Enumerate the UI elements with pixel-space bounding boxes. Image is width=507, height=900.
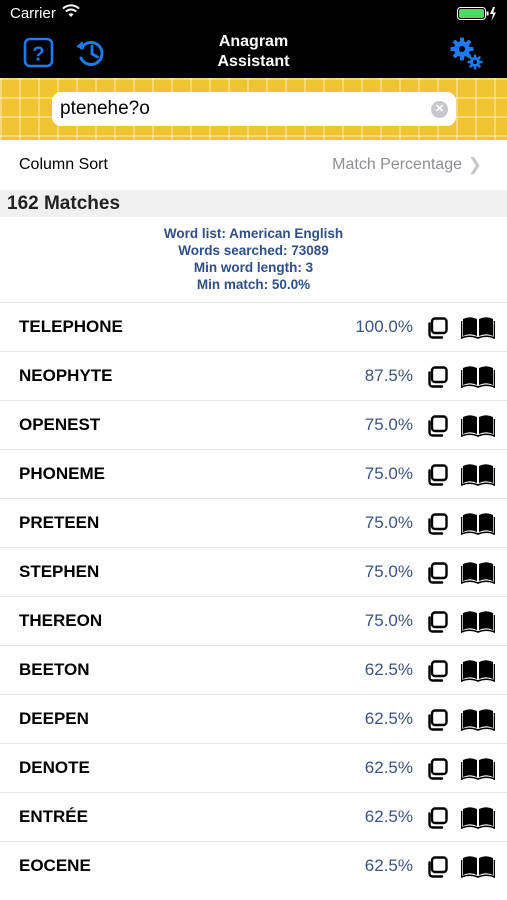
dictionary-icon[interactable]	[461, 315, 495, 339]
result-word: DENOTE	[19, 758, 90, 777]
dictionary-icon[interactable]	[461, 511, 495, 535]
result-row[interactable]: STEPHEN 75.0%	[0, 547, 507, 596]
dictionary-icon[interactable]	[461, 364, 495, 388]
copy-icon[interactable]	[425, 659, 449, 683]
column-sort-label: Column Sort	[19, 156, 108, 173]
result-row[interactable]: DEEPEN 62.5%	[0, 694, 507, 743]
match-percentage: 62.5%	[364, 709, 413, 728]
result-row[interactable]: OPENEST 75.0%	[0, 400, 507, 449]
wifi-icon	[62, 4, 80, 17]
battery-icon	[457, 7, 496, 21]
copy-icon[interactable]	[425, 414, 449, 438]
copy-icon[interactable]	[425, 316, 449, 340]
search-field[interactable]: ✕	[52, 92, 456, 126]
dictionary-icon[interactable]	[461, 560, 495, 584]
result-word: TELEPHONE	[19, 317, 123, 336]
match-percentage: 62.5%	[364, 660, 413, 679]
clear-search-button[interactable]: ✕	[431, 101, 448, 118]
search-input[interactable]	[60, 98, 420, 120]
title-line-2: Assistant	[217, 53, 290, 70]
result-word: THEREON	[19, 611, 103, 630]
chevron-right-icon: ❯	[467, 155, 482, 174]
match-percentage: 62.5%	[364, 758, 413, 777]
column-sort-row[interactable]: Column Sort Match Percentage ❯	[0, 140, 507, 190]
dictionary-icon[interactable]	[461, 707, 495, 731]
match-percentage: 62.5%	[364, 807, 413, 826]
result-word: ENTRÉE	[19, 807, 88, 826]
result-row[interactable]: THEREON 75.0%	[0, 596, 507, 645]
word-list-info: Word list: American English	[163, 226, 344, 241]
match-percentage: 87.5%	[364, 366, 413, 385]
copy-icon[interactable]	[425, 561, 449, 585]
match-percentage: 75.0%	[364, 513, 413, 532]
dictionary-icon[interactable]	[461, 609, 495, 633]
copy-icon[interactable]	[425, 806, 449, 830]
copy-icon[interactable]	[425, 512, 449, 536]
dictionary-icon[interactable]	[461, 658, 495, 682]
copy-icon[interactable]	[425, 365, 449, 389]
carrier-label: Carrier	[10, 5, 56, 22]
matches-count: 162 Matches	[7, 193, 121, 214]
result-row[interactable]: PHONEME 75.0%	[0, 449, 507, 498]
result-word: BEETON	[19, 660, 90, 679]
copy-icon[interactable]	[425, 463, 449, 487]
copy-icon[interactable]	[425, 610, 449, 634]
title-line-1: Anagram	[218, 33, 289, 50]
column-sort-value: Match Percentage	[332, 156, 462, 173]
dictionary-icon[interactable]	[461, 462, 495, 486]
result-row[interactable]: TELEPHONE 100.0%	[0, 302, 507, 351]
min-length-info: Min word length: 3	[193, 260, 314, 275]
result-row[interactable]: PRETEEN 75.0%	[0, 498, 507, 547]
result-word: STEPHEN	[19, 562, 100, 581]
result-word: PHONEME	[19, 464, 105, 483]
copy-icon[interactable]	[425, 708, 449, 732]
dictionary-icon[interactable]	[461, 805, 495, 829]
result-word: EOCENE	[19, 856, 91, 875]
match-percentage: 62.5%	[364, 856, 413, 875]
result-row[interactable]: BEETON 62.5%	[0, 645, 507, 694]
match-percentage: 100.0%	[355, 317, 413, 336]
result-row[interactable]: DENOTE 62.5%	[0, 743, 507, 792]
result-row[interactable]: NEOPHYTE 87.5%	[0, 351, 507, 400]
search-info: Word list: American English Words search…	[0, 217, 507, 302]
result-word: OPENEST	[19, 415, 101, 434]
result-row[interactable]: ENTRÉE 62.5%	[0, 792, 507, 841]
result-row[interactable]: EOCENE 62.5%	[0, 841, 507, 890]
dictionary-icon[interactable]	[461, 854, 495, 878]
page-title: Anagram Assistant	[0, 32, 507, 72]
result-word: DEEPEN	[19, 709, 89, 728]
copy-icon[interactable]	[425, 855, 449, 879]
min-match-info: Min match: 50.0%	[196, 277, 311, 292]
match-percentage: 75.0%	[364, 464, 413, 483]
match-percentage: 75.0%	[364, 611, 413, 630]
dictionary-icon[interactable]	[461, 756, 495, 780]
copy-icon[interactable]	[425, 757, 449, 781]
results-list: TELEPHONE 100.0% NEOPHYTE 87.5% OPENEST …	[0, 302, 507, 890]
matches-header: 162 Matches	[0, 190, 507, 217]
dictionary-icon[interactable]	[461, 413, 495, 437]
close-icon: ✕	[434, 103, 445, 115]
result-word: PRETEEN	[19, 513, 100, 532]
navigation-bar: ? Anagram Assistant	[0, 28, 507, 78]
match-percentage: 75.0%	[364, 415, 413, 434]
result-word: NEOPHYTE	[19, 366, 113, 385]
gear-icon	[450, 37, 483, 70]
settings-button[interactable]	[448, 35, 484, 71]
status-bar: Carrier	[0, 0, 507, 28]
words-searched-info: Words searched: 73089	[178, 243, 329, 258]
match-percentage: 75.0%	[364, 562, 413, 581]
